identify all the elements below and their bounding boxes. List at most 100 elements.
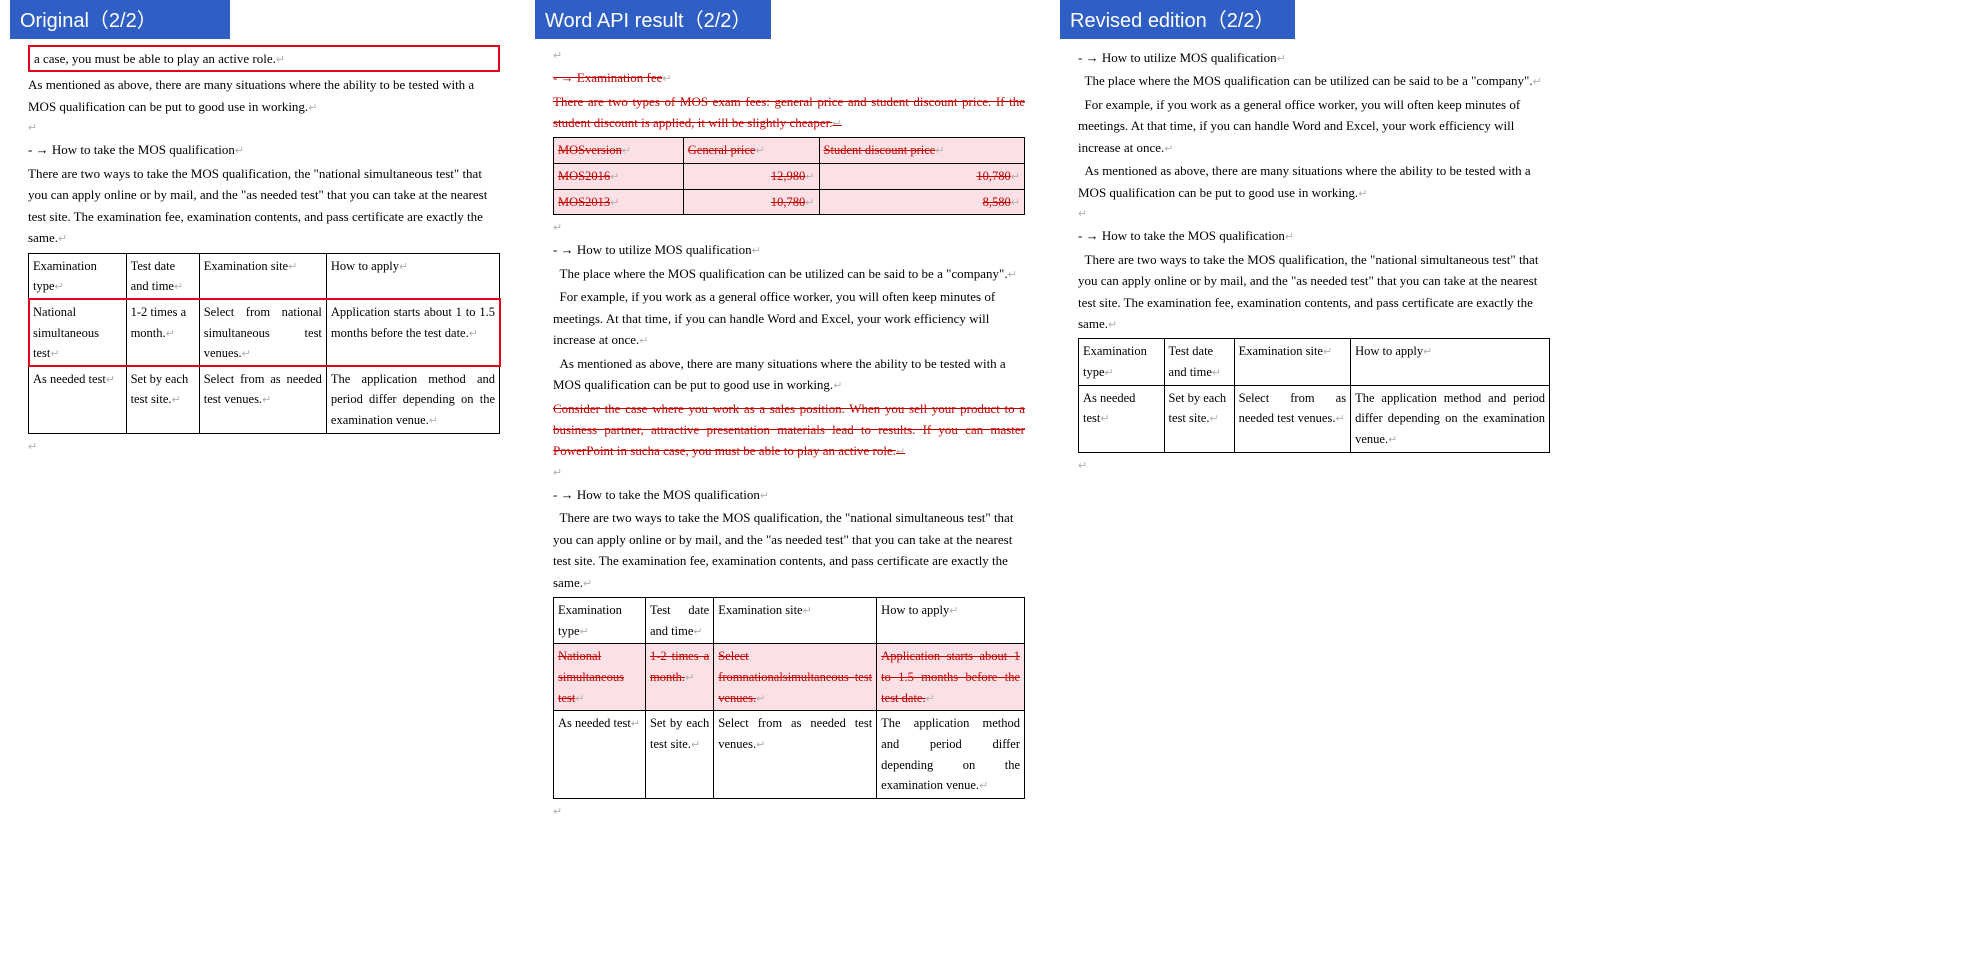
td: Select fromnationalsimultaneous test ven…: [714, 644, 877, 711]
text: Application starts about 1 to 1.5 months…: [881, 649, 1020, 704]
cell-mark-icon: ↵: [610, 197, 619, 209]
cell-mark-icon: ↵: [1011, 171, 1020, 183]
text: MOSversion: [558, 143, 622, 157]
para-mark-icon: ↵: [58, 233, 67, 245]
text: There are two ways to take the MOS quali…: [28, 166, 487, 245]
text: Examination site: [204, 259, 288, 273]
text: 1-2 times a month.: [131, 305, 187, 340]
api-util-p1: The place where the MOS qualification ca…: [553, 263, 1025, 284]
highlight-box-fragment: a case, you must be able to play an acti…: [28, 45, 500, 72]
orig-take-para: There are two ways to take the MOS quali…: [28, 163, 500, 249]
text: How to apply: [331, 259, 399, 273]
td: Select from national simultaneous test v…: [199, 299, 326, 366]
text: As needed test: [558, 716, 631, 730]
th: MOSversion↵: [554, 138, 684, 164]
rev-util-heading: - → How to utilize MOS qualification↵: [1078, 47, 1550, 68]
para-mark-icon: ↵: [1164, 143, 1173, 155]
text: As needed test: [33, 372, 106, 386]
table-row: As needed test↵ Set by each test site.↵ …: [554, 711, 1025, 799]
fragment-text: a case, you must be able to play an acti…: [34, 51, 276, 66]
dash: -: [553, 487, 561, 502]
api-take-para: There are two ways to take the MOS quali…: [553, 507, 1025, 593]
cell-mark-icon: ↵: [106, 374, 115, 386]
text: Select from as needed test venues.: [718, 716, 872, 751]
cell-mark-icon: ↵: [1388, 434, 1397, 446]
cell-mark-icon: ↵: [949, 605, 958, 617]
th: Test date and time↵: [645, 598, 713, 644]
para-mark-icon: ↵: [1108, 319, 1117, 331]
page-api-result: ↵ - → Examination fee↵ There are two typ…: [535, 39, 1035, 833]
api-util-deleted: Consider the case where you work as a sa…: [553, 398, 1025, 462]
cell-mark-icon: ↵: [1323, 346, 1332, 358]
text: General price: [688, 143, 756, 157]
para-mark-icon: ↵: [1008, 269, 1017, 281]
para-mark-icon: ↵: [639, 335, 648, 347]
cell-mark-icon: ↵: [469, 328, 478, 340]
td: 12,980↵: [683, 164, 819, 190]
cell-mark-icon: ↵: [262, 394, 271, 406]
rev-exam-table: Examination type↵ Test date and time↵ Ex…: [1078, 338, 1550, 452]
td: 10,780↵: [683, 189, 819, 215]
th: Test date and time↵: [1164, 339, 1234, 385]
text: The application method and period differ…: [331, 372, 495, 427]
text: As mentioned as above, there are many si…: [28, 77, 474, 113]
text: How to apply: [881, 603, 949, 617]
cell-mark-icon: ↵: [693, 626, 702, 638]
api-fee-heading: - → Examination fee↵: [553, 67, 1025, 88]
cell-mark-icon: ↵: [622, 145, 631, 157]
table-row: National simultaneous test↵ 1-2 times a …: [29, 299, 500, 366]
text: Examination site: [1239, 344, 1323, 358]
cell-mark-icon: ↵: [979, 780, 988, 792]
comparison-stage: Original（2/2） a case, you must be able t…: [0, 0, 1972, 973]
td: 10,780↵: [819, 164, 1024, 190]
td: As needed test↵: [554, 711, 646, 799]
para-mark-icon: ↵: [760, 490, 769, 502]
panel-original: Original（2/2） a case, you must be able t…: [10, 0, 510, 468]
td: 1-2 times a month.↵: [126, 299, 199, 366]
text: → Examination fee: [561, 70, 663, 85]
table-row: As needed test↵ Set by each test site.↵ …: [1079, 385, 1550, 452]
th: How to apply↵: [326, 253, 499, 299]
table-header-row: Examination type↵ Test date and time↵ Ex…: [29, 253, 500, 299]
text: The place where the MOS qualification ca…: [560, 266, 1008, 281]
para-mark-icon: ↵: [1285, 231, 1294, 243]
cell-mark-icon: ↵: [1209, 413, 1218, 425]
text: There are two types of MOS exam fees: ge…: [553, 94, 1025, 130]
table-row: As needed test↵ Set by each test site.↵ …: [29, 366, 500, 433]
text: National simultaneous test: [558, 649, 624, 704]
dash: -: [28, 142, 36, 157]
text: Consider the case where you work as a sa…: [553, 401, 1025, 459]
td: As needed test↵: [1079, 385, 1165, 452]
text: MOS2013: [558, 195, 610, 209]
td: Select from as needed test venues.↵: [714, 711, 877, 799]
th: How to apply↵: [1351, 339, 1550, 385]
para-mark-icon: ↵: [832, 118, 841, 130]
th: General price↵: [683, 138, 819, 164]
blank-para: ↵: [28, 438, 500, 456]
cell-mark-icon: ↵: [756, 693, 765, 705]
cell-mark-icon: ↵: [926, 693, 935, 705]
orig-take-heading: - → How to take the MOS qualification↵: [28, 139, 500, 160]
rev-util-p3: As mentioned as above, there are many si…: [1078, 160, 1550, 203]
text: The application method and period differ…: [1355, 391, 1545, 446]
table-row: National simultaneous test↵ 1-2 times a …: [554, 644, 1025, 711]
th: Examination type↵: [554, 598, 646, 644]
cell-mark-icon: ↵: [935, 145, 944, 157]
th: Student discount price↵: [819, 138, 1024, 164]
api-util-p3: As mentioned as above, there are many si…: [553, 353, 1025, 396]
cell-mark-icon: ↵: [756, 739, 765, 751]
cell-mark-icon: ↵: [610, 171, 619, 183]
td: Application starts about 1 to 1.5 months…: [326, 299, 499, 366]
table-row: MOS2013↵ 10,780↵ 8,580↵: [554, 189, 1025, 215]
cell-mark-icon: ↵: [1100, 413, 1109, 425]
text: Set by each test site.: [650, 716, 709, 751]
text: 12,980: [771, 169, 805, 183]
th: How to apply↵: [877, 598, 1025, 644]
td: National simultaneous test↵: [554, 644, 646, 711]
text: As mentioned as above, there are many si…: [553, 356, 1006, 392]
dash: -: [553, 70, 561, 85]
th: Examination type↵: [29, 253, 127, 299]
td: The application method and period differ…: [326, 366, 499, 433]
blank-para: ↵: [28, 119, 500, 137]
panel-api-result: Word API result（2/2） ↵ - → Examination f…: [535, 0, 1035, 833]
